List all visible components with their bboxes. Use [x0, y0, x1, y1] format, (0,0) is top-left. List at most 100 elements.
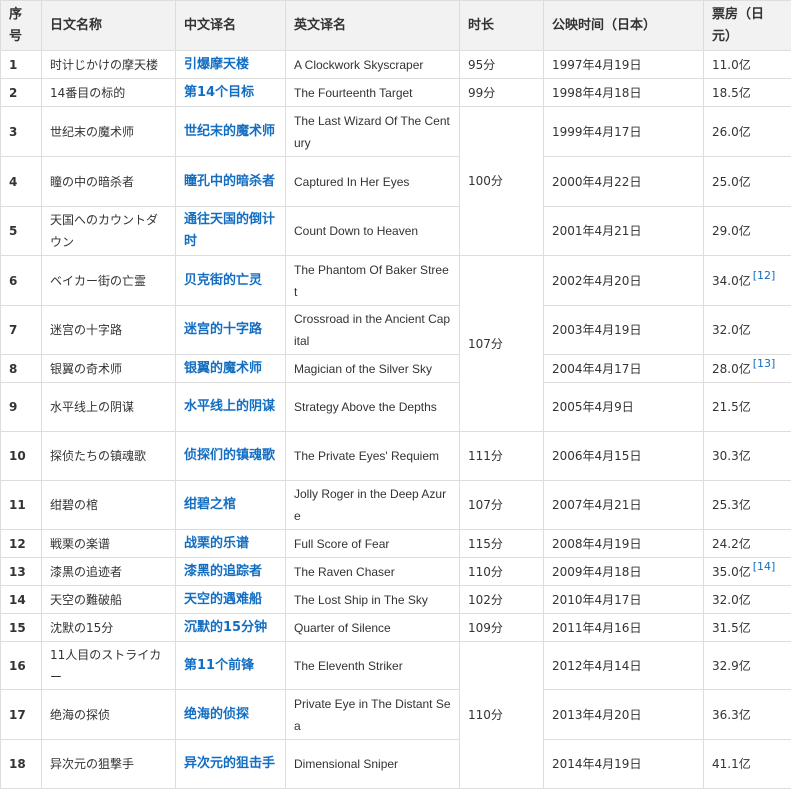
table-row: 10探侦たちの镇魂歌侦探们的镇魂歌The Private Eyes' Requi… [1, 432, 791, 481]
box-office-cell: 21.5亿 [704, 383, 791, 432]
japanese-title: 戦栗の楽谱 [42, 530, 176, 558]
box-office-value: 18.5亿 [712, 86, 751, 100]
box-office-value: 29.0亿 [712, 224, 751, 238]
chinese-title-link[interactable]: 瞳孔中的暗杀者 [184, 174, 275, 189]
chinese-title-link[interactable]: 绝海的侦探 [184, 707, 249, 722]
japanese-title: 天国へのカウントダウン [42, 207, 176, 256]
chinese-title-link[interactable]: 贝克街的亡灵 [184, 273, 262, 288]
reference-link[interactable]: [13] [753, 357, 776, 370]
chinese-title-link[interactable]: 侦探们的镇魂歌 [184, 448, 275, 463]
japanese-title: 漆黒の追迹者 [42, 558, 176, 586]
box-office-value: 30.3亿 [712, 449, 751, 463]
english-title: Full Score of Fear [286, 530, 460, 558]
row-index: 11 [1, 481, 42, 530]
header-chinese-title: 中文译名 [176, 1, 286, 51]
box-office-value: 32.0亿 [712, 323, 751, 337]
english-title: Jolly Roger in the Deep Azure [286, 481, 460, 530]
row-index: 17 [1, 690, 42, 740]
runtime: 110分 [460, 642, 544, 789]
chinese-title-link[interactable]: 引爆摩天楼 [184, 57, 249, 72]
reference-link[interactable]: [12] [753, 269, 776, 282]
box-office-cell: 28.0亿[13] [704, 355, 791, 383]
release-date: 2006年4月15日 [544, 432, 704, 481]
chinese-title-link[interactable]: 漆黑的追踪者 [184, 564, 262, 579]
runtime: 102分 [460, 586, 544, 614]
english-title: The Last Wizard Of The Century [286, 107, 460, 157]
box-office-value: 26.0亿 [712, 125, 751, 139]
release-date: 2008年4月19日 [544, 530, 704, 558]
english-title: Magician of the Silver Sky [286, 355, 460, 383]
chinese-title-link[interactable]: 战栗的乐谱 [184, 536, 249, 551]
box-office-value: 25.0亿 [712, 175, 751, 189]
english-title: Private Eye in The Distant Sea [286, 690, 460, 740]
box-office-cell: 30.3亿 [704, 432, 791, 481]
chinese-title-link[interactable]: 世纪末的魔术师 [184, 124, 275, 139]
chinese-title-link[interactable]: 水平线上的阴谋 [184, 399, 275, 414]
row-index: 13 [1, 558, 42, 586]
chinese-title-cell: 世纪末的魔术师 [176, 107, 286, 157]
row-index: 9 [1, 383, 42, 432]
box-office-value: 32.0亿 [712, 593, 751, 607]
header-japanese-title: 日文名称 [42, 1, 176, 51]
table-row: 6ベイカー街の亡霊贝克街的亡灵The Phantom Of Baker Stre… [1, 256, 791, 306]
release-date: 1997年4月19日 [544, 51, 704, 79]
english-title: The Eleventh Striker [286, 642, 460, 690]
chinese-title-link[interactable]: 迷宫的十字路 [184, 322, 262, 337]
japanese-title: 瞳の中の暗杀者 [42, 157, 176, 207]
chinese-title-link[interactable]: 第14个目标 [184, 85, 254, 100]
box-office-value: 36.3亿 [712, 708, 751, 722]
chinese-title-link[interactable]: 天空的遇难船 [184, 592, 262, 607]
row-index: 15 [1, 614, 42, 642]
english-title: Count Down to Heaven [286, 207, 460, 256]
chinese-title-link[interactable]: 沉默的15分钟 [184, 620, 267, 635]
reference-link[interactable]: [14] [753, 560, 776, 573]
english-title: The Fourteenth Target [286, 79, 460, 107]
table-row: 14天空の難破船天空的遇难船The Lost Ship in The Sky10… [1, 586, 791, 614]
release-date: 2014年4月19日 [544, 740, 704, 789]
japanese-title: 时计じかけの摩天楼 [42, 51, 176, 79]
chinese-title-link[interactable]: 银翼的魔术师 [184, 361, 262, 376]
english-title: Crossroad in the Ancient Capital [286, 306, 460, 355]
english-title: Captured In Her Eyes [286, 157, 460, 207]
chinese-title-cell: 第14个目标 [176, 79, 286, 107]
release-date: 2010年4月17日 [544, 586, 704, 614]
release-date: 2011年4月16日 [544, 614, 704, 642]
header-index: 序号 [1, 1, 42, 51]
header-box-office: 票房（日元） [704, 1, 791, 51]
table-row: 7迷宫の十字路迷宫的十字路Crossroad in the Ancient Ca… [1, 306, 791, 355]
header-english-title: 英文译名 [286, 1, 460, 51]
runtime: 115分 [460, 530, 544, 558]
japanese-title: 绀碧の棺 [42, 481, 176, 530]
japanese-title: 异次元の狙撃手 [42, 740, 176, 789]
header-runtime: 时长 [460, 1, 544, 51]
chinese-title-link[interactable]: 异次元的狙击手 [184, 756, 275, 771]
chinese-title-cell: 贝克街的亡灵 [176, 256, 286, 306]
box-office-cell: 36.3亿 [704, 690, 791, 740]
runtime: 107分 [460, 481, 544, 530]
japanese-title: 银翼の奇术师 [42, 355, 176, 383]
chinese-title-cell: 异次元的狙击手 [176, 740, 286, 789]
chinese-title-link[interactable]: 第11个前锋 [184, 658, 254, 673]
chinese-title-cell: 绝海的侦探 [176, 690, 286, 740]
japanese-title: 绝海の探侦 [42, 690, 176, 740]
release-date: 2007年4月21日 [544, 481, 704, 530]
box-office-cell: 31.5亿 [704, 614, 791, 642]
box-office-cell: 34.0亿[12] [704, 256, 791, 306]
japanese-title: 11人目のストライカー [42, 642, 176, 690]
runtime: 95分 [460, 51, 544, 79]
row-index: 6 [1, 256, 42, 306]
box-office-cell: 32.0亿 [704, 306, 791, 355]
table-row: 3世纪末の魔术师世纪末的魔术师The Last Wizard Of The Ce… [1, 107, 791, 157]
release-date: 2002年4月20日 [544, 256, 704, 306]
english-title: A Clockwork Skyscraper [286, 51, 460, 79]
box-office-value: 21.5亿 [712, 400, 751, 414]
chinese-title-cell: 绀碧之棺 [176, 481, 286, 530]
japanese-title: 沈默の15分 [42, 614, 176, 642]
box-office-cell: 25.3亿 [704, 481, 791, 530]
box-office-value: 24.2亿 [712, 537, 751, 551]
chinese-title-link[interactable]: 绀碧之棺 [184, 497, 236, 512]
release-date: 2001年4月21日 [544, 207, 704, 256]
table-row: 4瞳の中の暗杀者瞳孔中的暗杀者Captured In Her Eyes2000年… [1, 157, 791, 207]
english-title: The Phantom Of Baker Street [286, 256, 460, 306]
chinese-title-link[interactable]: 通往天国的倒计时 [184, 212, 275, 249]
